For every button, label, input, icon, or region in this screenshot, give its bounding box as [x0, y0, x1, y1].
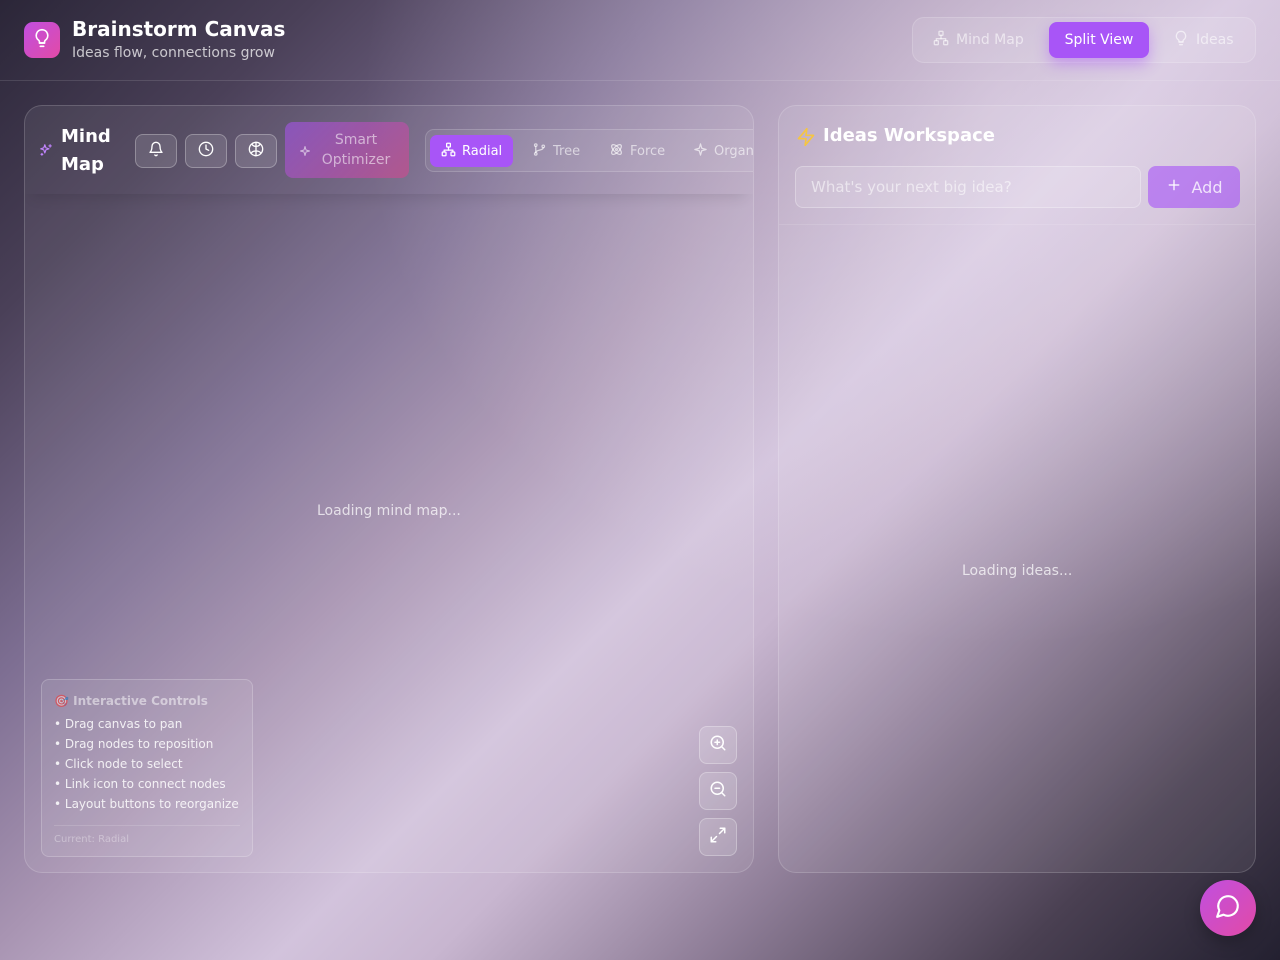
smart-optimizer-button[interactable]: Smart Optimizer	[285, 122, 409, 178]
notifications-button[interactable]	[135, 134, 177, 168]
view-tab-label: Ideas	[1196, 32, 1234, 48]
view-switcher: Mind Map Split View Ideas	[912, 17, 1256, 63]
interactive-controls-help: 🎯 Interactive Controls • Drag canvas to …	[41, 679, 253, 857]
layout-tree-button[interactable]: Tree	[521, 135, 591, 167]
controls-title: 🎯 Interactive Controls	[54, 694, 208, 708]
lightbulb-icon	[1173, 30, 1189, 50]
layout-label: Force	[630, 143, 666, 159]
app-logo	[24, 22, 60, 58]
mind-map-panel[interactable]: Mind Map Smart Optimizer Radial Tree For…	[24, 105, 754, 873]
controls-item: • Link icon to connect nodes	[54, 777, 226, 791]
bell-icon	[148, 141, 164, 161]
mind-map-toolbar: Mind Map Smart Optimizer Radial Tree For…	[25, 106, 753, 194]
ideas-loading: Loading ideas...	[962, 563, 1073, 579]
zoom-in-icon	[709, 734, 727, 756]
git-branch-icon	[532, 142, 547, 161]
layout-radial-button[interactable]: Radial	[430, 135, 514, 167]
chat-button[interactable]	[1200, 880, 1256, 936]
network-icon	[933, 30, 949, 50]
controls-item: • Drag canvas to pan	[54, 717, 183, 731]
brain-icon	[248, 141, 264, 161]
history-button[interactable]	[185, 134, 227, 168]
zoom-out-button[interactable]	[699, 772, 737, 810]
mind-map-title: Mind Map	[61, 126, 111, 175]
ai-brain-button[interactable]	[235, 134, 277, 168]
lightbulb-icon	[32, 28, 52, 52]
add-idea-label: Add	[1191, 177, 1223, 197]
sparkle-icon	[693, 142, 708, 161]
zoom-in-button[interactable]	[699, 726, 737, 764]
controls-item: • Drag nodes to reposition	[54, 737, 214, 751]
view-tab-ideas[interactable]: Ideas	[1165, 22, 1242, 58]
fullscreen-icon	[709, 826, 727, 848]
layout-label: Organ	[714, 143, 754, 159]
layout-label: Radial	[462, 143, 503, 159]
view-tab-split-view[interactable]: Split View	[1049, 22, 1149, 58]
fullscreen-button[interactable]	[699, 818, 737, 856]
layout-label: Tree	[553, 143, 581, 159]
layout-force-button[interactable]: Force	[598, 135, 676, 167]
plus-icon	[1166, 177, 1182, 197]
controls-item: • Layout buttons to reorganize	[54, 797, 239, 811]
ideas-workspace-panel: Ideas Workspace Add Loading ideas...	[778, 105, 1256, 873]
zap-icon	[796, 127, 816, 151]
app-header: Brainstorm Canvas Ideas flow, connection…	[0, 0, 1280, 81]
add-idea-button[interactable]: Add	[1148, 166, 1240, 208]
app-subtitle: Ideas flow, connections grow	[72, 45, 275, 61]
current-layout-status: Current: Radial	[54, 825, 240, 845]
view-tab-label: Mind Map	[956, 32, 1024, 48]
ideas-header: Ideas Workspace Add	[779, 106, 1255, 225]
clock-icon	[198, 141, 214, 161]
controls-item: • Click node to select	[54, 757, 183, 771]
ideas-title: Ideas Workspace	[823, 125, 995, 146]
layout-switcher: Radial Tree Force Organ	[425, 129, 754, 172]
idea-input[interactable]	[795, 166, 1141, 208]
controls-list: • Drag canvas to pan • Drag nodes to rep…	[54, 714, 240, 814]
zoom-out-icon	[709, 780, 727, 802]
sparkles-icon	[39, 142, 55, 158]
app-title: Brainstorm Canvas	[72, 17, 286, 41]
network-icon	[441, 142, 456, 161]
view-tab-label: Split View	[1064, 32, 1134, 48]
atom-icon	[609, 142, 624, 161]
chat-bubble-icon	[1215, 893, 1241, 923]
mind-map-loading: Loading mind map...	[317, 503, 461, 519]
sparkle-icon	[299, 143, 311, 163]
view-tab-mind-map[interactable]: Mind Map	[925, 22, 1032, 58]
smart-optimizer-label: Smart Optimizer	[321, 132, 391, 168]
layout-organic-button[interactable]: Organ	[682, 135, 754, 167]
